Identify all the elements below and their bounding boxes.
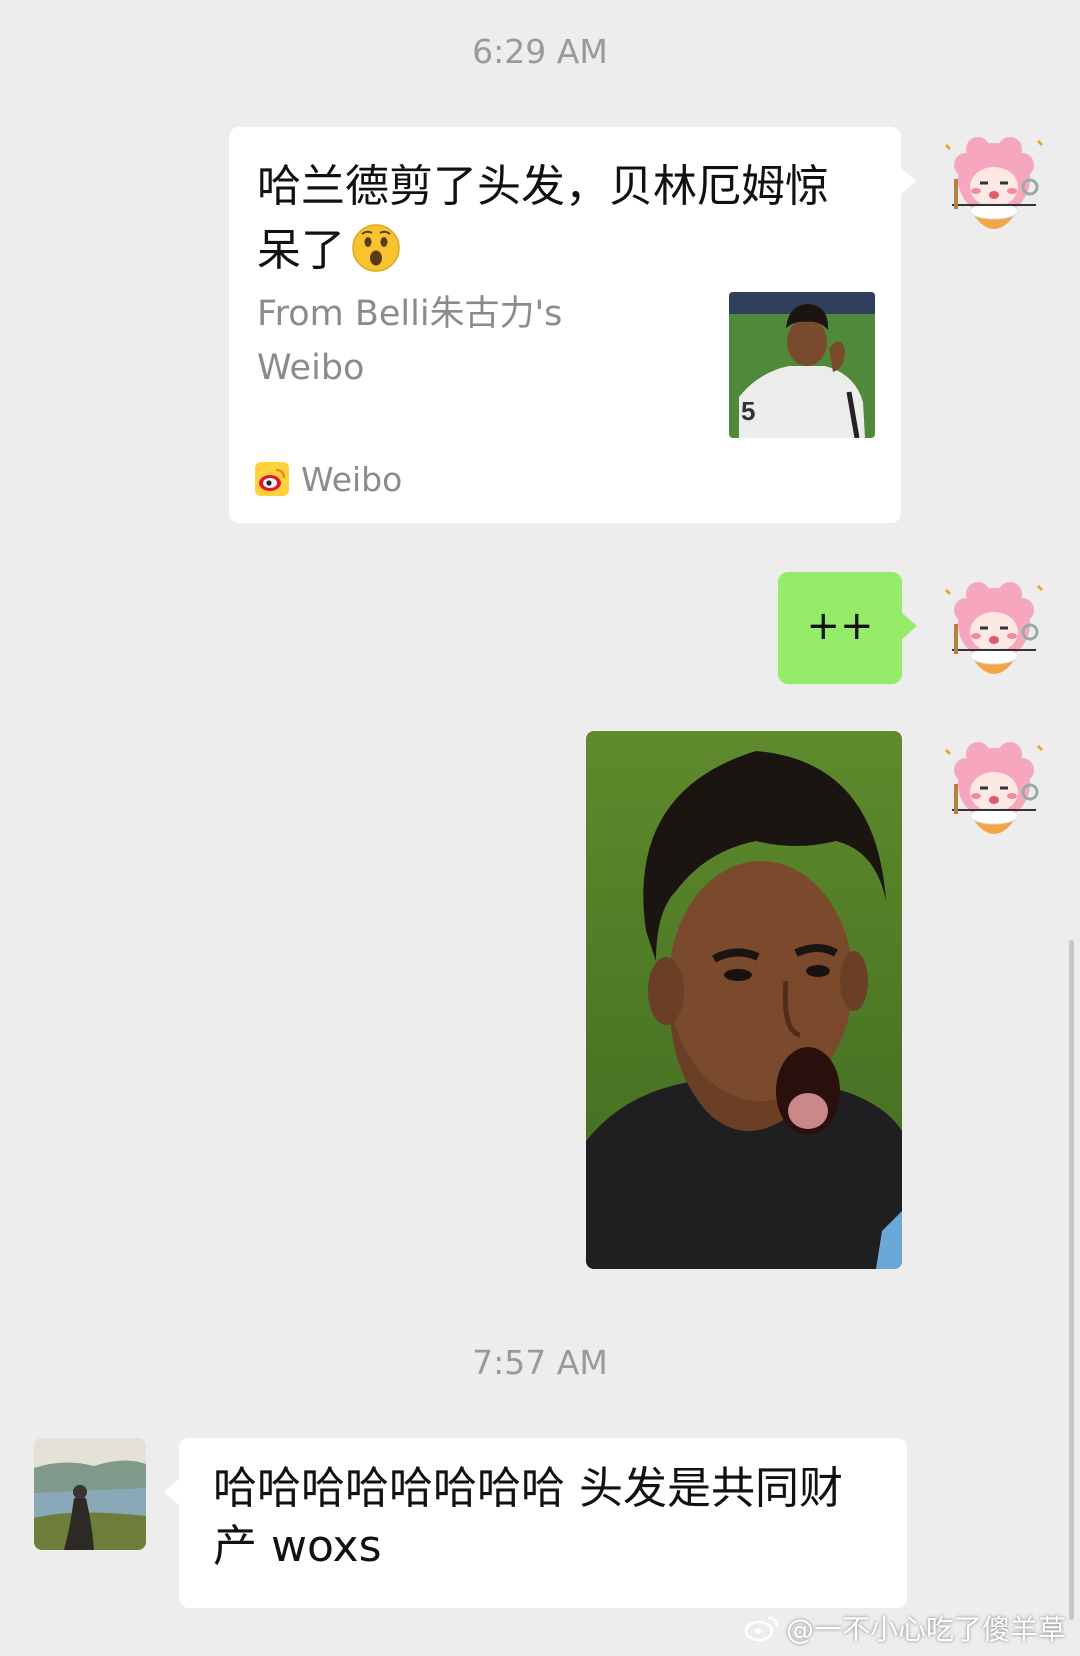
svg-text:5: 5 [741, 396, 755, 426]
contact-avatar[interactable] [34, 1438, 146, 1550]
sheep-avatar-icon [944, 582, 1044, 674]
sent-photo[interactable] [586, 731, 902, 1269]
received-message-text: 哈哈哈哈哈哈哈哈 头发是共同财产 woxs [213, 1463, 843, 1572]
sent-message-text: ++ [806, 603, 874, 649]
card-source-account: From Belli朱古力's Weibo [257, 294, 563, 388]
self-avatar[interactable] [938, 740, 1050, 852]
bubble-tail [901, 612, 917, 640]
self-avatar[interactable] [938, 580, 1050, 692]
card-thumbnail: 5 [729, 292, 875, 438]
scrollbar[interactable] [1069, 940, 1074, 1620]
weibo-logo-icon [255, 462, 289, 496]
astonished-face-icon [352, 224, 400, 272]
self-avatar[interactable] [938, 135, 1050, 247]
timestamp: 6:29 AM [472, 32, 608, 71]
watermark-text: @一不小心吃了傻羊草 [785, 1613, 1066, 1646]
received-message-bubble[interactable]: 哈哈哈哈哈哈哈哈 头发是共同财产 woxs [164, 1438, 907, 1608]
bubble-tail [164, 1478, 180, 1506]
bubble-tail [900, 167, 916, 195]
timestamp: 7:57 AM [472, 1343, 608, 1382]
watermark: @一不小心吃了傻羊草 [744, 1608, 1066, 1648]
card-title-text: 哈兰德剪了头发，贝林厄姆惊呆了 [257, 161, 829, 276]
shared-link-card[interactable]: 哈兰德剪了头发，贝林厄姆惊呆了 From Belli朱古力's Weibo 5 [229, 127, 916, 523]
sent-message-bubble[interactable]: ++ [778, 572, 917, 684]
card-app-source: Weibo [255, 459, 402, 499]
landscape-avatar-icon [34, 1438, 146, 1550]
card-app-name: Weibo [301, 459, 403, 499]
card-title: 哈兰德剪了头发，贝林厄姆惊呆了 [257, 155, 867, 283]
weibo-watermark-icon [744, 1616, 779, 1642]
sheep-avatar-icon [944, 742, 1044, 834]
sheep-avatar-icon [944, 137, 1044, 229]
